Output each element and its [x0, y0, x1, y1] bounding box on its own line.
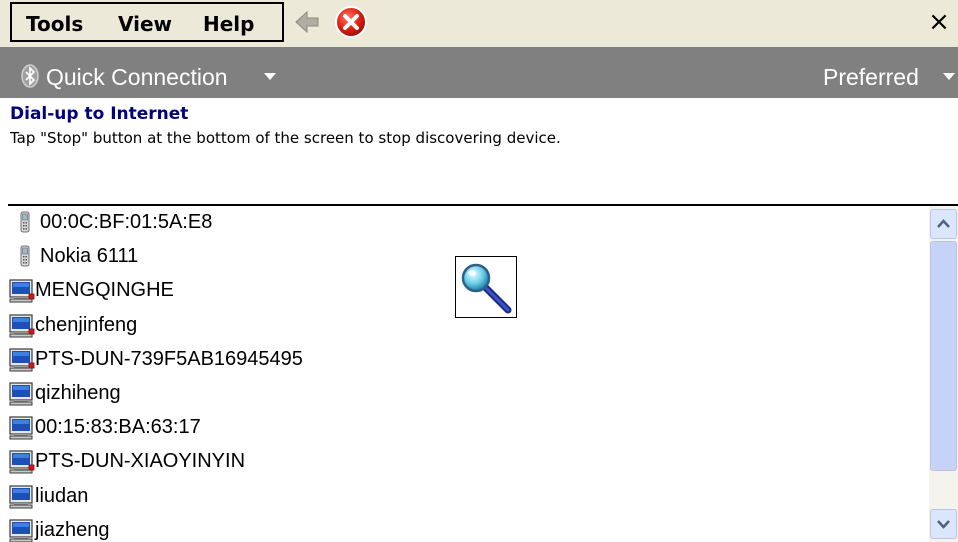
device-list-item[interactable]: liudan	[8, 480, 808, 512]
back-arrow-icon[interactable]	[294, 10, 320, 34]
device-name: jiazheng	[35, 518, 110, 541]
command-bar: Quick Connection Preferred	[0, 47, 958, 98]
device-name: MENGQINGHE	[35, 279, 174, 302]
chevron-up-icon	[937, 219, 950, 228]
device-list-item[interactable]: chenjinfeng	[8, 309, 808, 341]
menu-tools[interactable]: Tools	[26, 12, 83, 36]
device-list-item[interactable]: PTS-DUN-739F5AB16945495	[8, 343, 808, 375]
scrollbar[interactable]	[929, 206, 958, 542]
bluetooth-icon	[21, 64, 39, 88]
scroll-thumb[interactable]	[930, 241, 957, 471]
scroll-down-button[interactable]	[930, 509, 957, 539]
page-title: Dial-up to Internet	[10, 104, 189, 124]
device-name: 00:15:83:BA:63:17	[35, 416, 201, 439]
computer-icon	[9, 519, 35, 542]
device-list-item[interactable]: Nokia 6111	[8, 240, 808, 272]
computer-red-icon	[9, 313, 35, 342]
device-list-item[interactable]: PTS-DUN-XIAOYINYIN	[8, 445, 808, 477]
device-list-item[interactable]: jiazheng	[8, 514, 808, 542]
preferred-button[interactable]: Preferred	[823, 64, 919, 90]
device-name: PTS-DUN-739F5AB16945495	[35, 347, 303, 370]
chevron-down-icon[interactable]	[264, 73, 276, 80]
device-name: 00:0C:BF:01:5A:E8	[40, 211, 213, 233]
computer-icon	[9, 484, 35, 513]
searching-indicator	[455, 256, 517, 318]
device-list-item[interactable]: 00:0C:BF:01:5A:E8	[8, 206, 808, 238]
device-list-item[interactable]: MENGQINGHE	[8, 274, 808, 306]
computer-icon	[9, 416, 35, 444]
chevron-down-icon[interactable]	[943, 73, 955, 80]
device-name: PTS-DUN-XIAOYINYIN	[35, 450, 246, 473]
device-list-item[interactable]: qizhiheng	[8, 377, 808, 409]
menu-bar: Tools View Help ×	[0, 0, 958, 47]
phone-icon	[18, 245, 32, 271]
computer-red-icon	[9, 348, 35, 376]
menu-view[interactable]: View	[118, 12, 172, 36]
computer-red-icon	[9, 279, 35, 307]
device-name: Nokia 6111	[40, 245, 139, 268]
phone-icon	[18, 211, 32, 237]
magnifier-icon	[461, 263, 512, 314]
device-name: liudan	[35, 484, 89, 507]
close-icon[interactable]: ×	[926, 8, 952, 36]
computer-icon	[9, 382, 35, 410]
device-name: qizhiheng	[35, 382, 121, 404]
app-window: Tools View Help × Quick Connection Prefe…	[0, 0, 958, 542]
device-name: chenjinfeng	[35, 313, 138, 336]
quick-connection-button[interactable]: Quick Connection	[46, 64, 228, 90]
scroll-up-button[interactable]	[930, 209, 957, 239]
device-list: 00:0C:BF:01:5A:E8 Nokia 6111 MENGQINGHE che…	[8, 204, 958, 542]
chevron-down-icon	[937, 520, 950, 529]
device-list-item[interactable]: 00:15:83:BA:63:17	[8, 411, 808, 443]
menu-help[interactable]: Help	[203, 12, 254, 36]
computer-red-icon	[9, 450, 35, 478]
stop-icon[interactable]	[334, 5, 368, 39]
menu-group: Tools View Help	[10, 2, 284, 42]
instruction-text: Tap "Stop" button at the bottom of the s…	[10, 129, 561, 147]
